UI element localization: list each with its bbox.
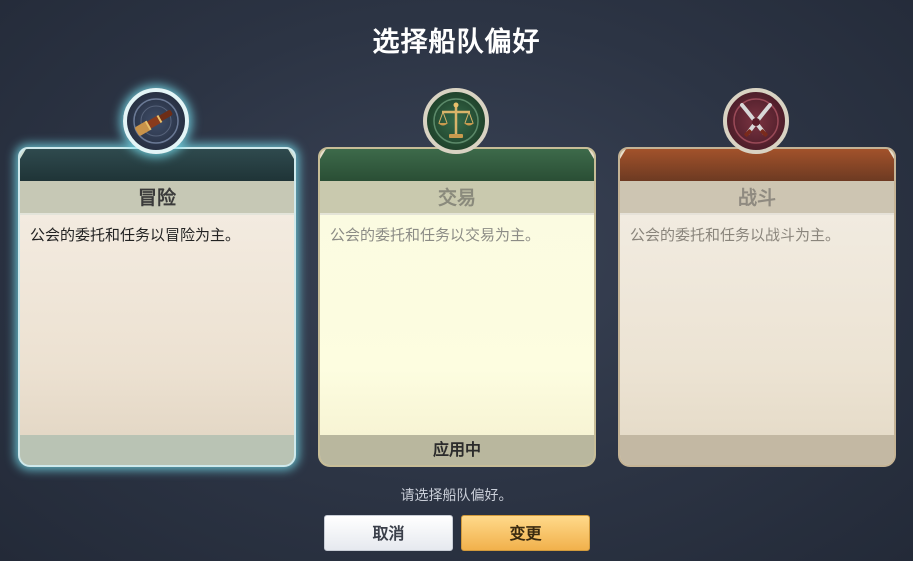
card-status (620, 435, 894, 465)
card-title: 战斗 (620, 181, 894, 215)
change-button[interactable]: 变更 (461, 515, 590, 551)
cancel-button[interactable]: 取消 (324, 515, 453, 551)
page-title: 选择船队偏好 (372, 27, 541, 58)
spyglass-icon (123, 88, 189, 154)
card-frame: 战斗 公会的委托和任务以战斗为主。 (618, 147, 896, 467)
preference-card-battle[interactable]: 战斗 公会的委托和任务以战斗为主。 (618, 147, 896, 467)
card-title: 冒险 (20, 181, 294, 215)
card-description: 公会的委托和任务以交易为主。 (320, 215, 594, 435)
instruction-text: 请选择船队偏好。 (400, 488, 513, 504)
card-frame: 交易 公会的委托和任务以交易为主。 应用中 (318, 147, 596, 467)
card-status: 应用中 (320, 435, 594, 465)
card-title: 交易 (320, 181, 594, 215)
scales-icon (423, 88, 489, 154)
card-description: 公会的委托和任务以冒险为主。 (20, 215, 294, 435)
card-status (20, 435, 294, 465)
preference-card-adventure[interactable]: 冒险 公会的委托和任务以冒险为主。 (18, 147, 296, 467)
card-frame: 冒险 公会的委托和任务以冒险为主。 (18, 147, 296, 467)
crossed-swords-icon (723, 88, 789, 154)
preference-card-trade[interactable]: 交易 公会的委托和任务以交易为主。 应用中 (318, 147, 596, 467)
card-description: 公会的委托和任务以战斗为主。 (620, 215, 894, 435)
